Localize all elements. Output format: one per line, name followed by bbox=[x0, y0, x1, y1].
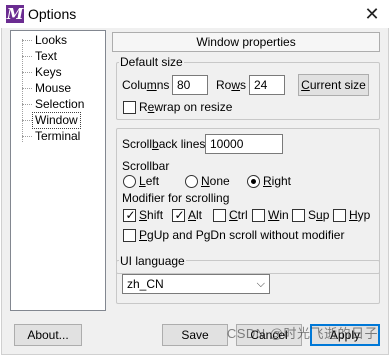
app-icon: M bbox=[6, 5, 24, 23]
scrollbar-label: Scrollbar bbox=[122, 159, 170, 173]
check-icon: ✓ bbox=[125, 208, 136, 222]
modifier-label: Modifier for scrolling bbox=[122, 191, 230, 205]
tree-item-terminal[interactable]: Terminal bbox=[33, 129, 82, 144]
tree-connector bbox=[22, 40, 32, 41]
win-label: Win bbox=[268, 208, 289, 222]
alt-label: Alt bbox=[188, 208, 203, 222]
watermark: CSDN @时光飞逝的日子 bbox=[226, 326, 378, 341]
scrollbar-left-radio[interactable] bbox=[123, 175, 136, 188]
win-checkbox[interactable] bbox=[252, 209, 265, 222]
pgup-checkbox[interactable] bbox=[123, 229, 136, 242]
scrollbar-none-radio[interactable] bbox=[185, 175, 198, 188]
save-button[interactable]: Save bbox=[162, 324, 228, 346]
sup-checkbox[interactable] bbox=[292, 209, 305, 222]
window-title: Options bbox=[28, 6, 77, 22]
scrollbar-left-label: Left bbox=[139, 174, 160, 188]
alt-checkbox[interactable]: ✓ bbox=[172, 208, 185, 222]
sup-label: Sup bbox=[308, 208, 330, 222]
default-size-label: Default size bbox=[119, 55, 184, 69]
radio-selected-dot bbox=[251, 179, 256, 184]
check-icon: ✓ bbox=[174, 208, 185, 222]
ui-language-select[interactable]: zh_CN ⌵ bbox=[122, 274, 270, 294]
dialog-body: Looks Text Keys Mouse Selection Window T… bbox=[1, 28, 389, 355]
tree-item-selection[interactable]: Selection bbox=[33, 97, 86, 112]
tree-item-window[interactable]: Window bbox=[32, 112, 81, 129]
tree-connector bbox=[22, 56, 32, 57]
rows-field[interactable]: 24 bbox=[249, 75, 285, 95]
ui-language-label: UI language bbox=[119, 254, 186, 268]
hyp-checkbox[interactable] bbox=[333, 209, 346, 222]
scrollback-field[interactable]: 10000 bbox=[205, 134, 283, 154]
title-bar: M Options ✕ bbox=[0, 0, 390, 28]
hyp-label: Hyp bbox=[349, 208, 371, 222]
columns-field[interactable]: 80 bbox=[172, 75, 208, 95]
columns-label: Columns bbox=[122, 78, 170, 92]
ctrl-checkbox[interactable] bbox=[213, 209, 226, 222]
tree-item-mouse[interactable]: Mouse bbox=[33, 81, 73, 96]
ctrl-label: Ctrl bbox=[229, 208, 248, 222]
scrollbar-right-radio[interactable] bbox=[247, 175, 260, 188]
rewrap-checkbox[interactable] bbox=[123, 101, 136, 114]
tree-connector bbox=[22, 88, 32, 89]
about-button[interactable]: About... bbox=[14, 324, 82, 346]
tree-connector bbox=[22, 136, 32, 137]
ui-language-value: zh_CN bbox=[127, 277, 164, 291]
close-icon[interactable]: ✕ bbox=[360, 3, 384, 25]
scrollbar-right-label: Right bbox=[263, 174, 292, 188]
tree-connector bbox=[22, 72, 32, 73]
scrollback-label: Scrollback lines bbox=[122, 137, 206, 151]
current-size-button[interactable]: Current size bbox=[298, 74, 369, 96]
tree-connector bbox=[22, 39, 23, 142]
shift-label: Shift bbox=[139, 208, 164, 222]
tree-item-keys[interactable]: Keys bbox=[33, 65, 64, 80]
pgup-label: PgUp and PgDn scroll without modifier bbox=[139, 228, 345, 242]
tree-item-text[interactable]: Text bbox=[33, 49, 59, 64]
rows-label: Rows bbox=[216, 78, 247, 92]
rewrap-label: Rewrap on resize bbox=[139, 100, 233, 114]
panel-header: Window properties bbox=[112, 32, 380, 52]
tree-connector bbox=[22, 104, 32, 105]
tree-connector bbox=[22, 120, 32, 121]
category-tree[interactable]: Looks Text Keys Mouse Selection Window T… bbox=[10, 30, 106, 311]
scrollbar-none-label: None bbox=[201, 174, 230, 188]
tree-item-looks[interactable]: Looks bbox=[33, 33, 69, 48]
shift-checkbox[interactable]: ✓ bbox=[123, 208, 136, 222]
chevron-down-icon: ⌵ bbox=[256, 278, 265, 290]
